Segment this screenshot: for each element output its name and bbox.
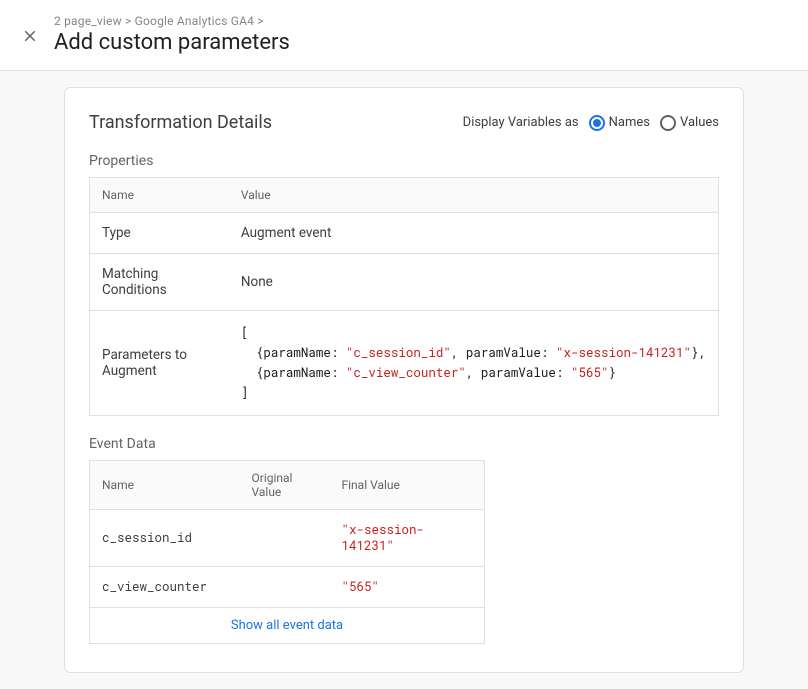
close-button[interactable] xyxy=(18,24,42,48)
cell-name: Matching Conditions xyxy=(90,254,229,311)
radio-button-names[interactable] xyxy=(589,115,605,131)
radio-label-names: Names xyxy=(609,115,650,130)
cell-final: "x-session-141231" xyxy=(330,510,485,567)
cell-name: Parameters to Augment xyxy=(90,311,229,416)
radio-button-values[interactable] xyxy=(660,115,676,131)
table-row: c_view_counter "565" xyxy=(90,567,485,608)
card-header: Transformation Details Display Variables… xyxy=(89,112,719,133)
cell-original xyxy=(240,567,330,608)
page-title: Add custom parameters xyxy=(54,30,290,56)
code-block: [ {paramName: "c_session_id", paramValue… xyxy=(241,323,706,403)
display-toggle-label: Display Variables as xyxy=(463,115,579,130)
breadcrumb: 2 page_view > Google Analytics GA4 > xyxy=(54,14,290,28)
details-card: Transformation Details Display Variables… xyxy=(64,87,744,673)
radio-option-values[interactable]: Values xyxy=(660,115,719,131)
table-row: Matching ConditionsNone xyxy=(90,254,719,311)
table-row: Parameters to Augment[ {paramName: "c_se… xyxy=(90,311,719,416)
col-header-value: Value xyxy=(229,178,719,213)
properties-table: Name Value TypeAugment eventMatching Con… xyxy=(89,177,719,416)
col-header-name: Name xyxy=(90,461,240,510)
top-bar: 2 page_view > Google Analytics GA4 > Add… xyxy=(0,0,808,71)
show-all-event-data[interactable]: Show all event data xyxy=(89,608,485,644)
eventdata-header-row: Name Original Value Final Value xyxy=(90,461,485,510)
radio-label-values: Values xyxy=(680,115,719,130)
cell-value: [ {paramName: "c_session_id", paramValue… xyxy=(229,311,719,416)
canvas: Transformation Details Display Variables… xyxy=(0,71,808,689)
cell-name: c_view_counter xyxy=(90,567,240,608)
properties-header-row: Name Value xyxy=(90,178,719,213)
table-row: c_session_id "x-session-141231" xyxy=(90,510,485,567)
eventdata-table: Name Original Value Final Value c_sessio… xyxy=(89,460,485,608)
cell-value: None xyxy=(229,254,719,311)
col-header-name: Name xyxy=(90,178,229,213)
col-header-original: Original Value xyxy=(240,461,330,510)
title-block: 2 page_view > Google Analytics GA4 > Add… xyxy=(54,14,290,56)
cell-original xyxy=(240,510,330,567)
card-title: Transformation Details xyxy=(89,112,272,133)
display-toggle: Display Variables as Names Values xyxy=(463,115,719,131)
col-header-final: Final Value xyxy=(330,461,485,510)
table-row: TypeAugment event xyxy=(90,213,719,254)
cell-final: "565" xyxy=(330,567,485,608)
cell-value: Augment event xyxy=(229,213,719,254)
cell-name: Type xyxy=(90,213,229,254)
eventdata-section-label: Event Data xyxy=(89,436,719,452)
radio-option-names[interactable]: Names xyxy=(589,115,650,131)
cell-name: c_session_id xyxy=(90,510,240,567)
close-icon xyxy=(21,27,39,45)
properties-section-label: Properties xyxy=(89,153,719,169)
